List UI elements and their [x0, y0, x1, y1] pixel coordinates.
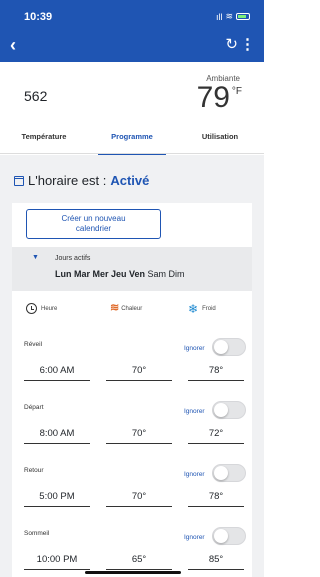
ambient-unit: °F	[231, 86, 242, 97]
active-days-label: Jours actifs	[55, 255, 91, 262]
ambient-temperature: 79	[196, 81, 230, 114]
legend-time-label: Heure	[41, 305, 58, 312]
snowflake-icon: ❄	[188, 302, 199, 316]
device-name: 562	[24, 88, 48, 104]
heat-icon: ≋	[110, 302, 119, 314]
legend-heat: ≋ Chaleur	[110, 303, 142, 314]
ignore-toggle[interactable]	[212, 401, 246, 419]
schedule-status: L'horaire est : Activé	[14, 173, 149, 188]
battery-icon	[236, 13, 250, 20]
ignore-label: Ignorer	[184, 345, 205, 352]
legend-cool: ❄ Froid	[188, 303, 216, 315]
ignore-toggle[interactable]	[212, 527, 246, 545]
heat-setpoint[interactable]: 70°	[106, 428, 172, 444]
time-field[interactable]: 8:00 AM	[24, 428, 90, 444]
ignore-toggle[interactable]	[212, 464, 246, 482]
signal-icon: ıll	[215, 11, 223, 22]
period-name: Retour	[24, 467, 44, 474]
calendar-icon	[14, 175, 24, 186]
ignore-toggle[interactable]	[212, 338, 246, 356]
period-depart: Départ Ignorer 8:00 AM 70° 72°	[12, 398, 252, 460]
legend-heat-label: Chaleur	[121, 305, 143, 312]
time-field[interactable]: 5:00 PM	[24, 491, 90, 507]
tab-utilisation[interactable]: Utilisation	[176, 124, 264, 153]
days-selected: Lun Mar Mer Jeu Ven	[55, 269, 146, 279]
heat-setpoint[interactable]: 65°	[106, 554, 172, 570]
app-bar: 10:39 ıll ≋ ‹ ↻ ⋮	[0, 0, 264, 62]
period-retour: Retour Ignorer 5:00 PM 70° 78°	[12, 461, 252, 523]
cool-setpoint[interactable]: 72°	[188, 428, 244, 444]
schedule-card: Créer un nouveau calendrier ▼ Jours acti…	[12, 203, 252, 577]
legend-cool-label: Froid	[202, 306, 216, 312]
tab-temperature[interactable]: Température	[0, 124, 88, 153]
back-icon[interactable]: ‹	[10, 36, 16, 54]
period-name: Sommeil	[24, 530, 50, 537]
caret-down-icon[interactable]: ▼	[32, 254, 39, 261]
clock-icon	[26, 303, 37, 314]
period-reveil: Réveil Ignorer 6:00 AM 70° 78°	[12, 335, 252, 397]
create-calendar-button[interactable]: Créer un nouveau calendrier	[26, 209, 161, 239]
ignore-label: Ignorer	[184, 534, 205, 541]
ignore-label: Ignorer	[184, 408, 205, 415]
period-name: Réveil	[24, 341, 43, 348]
heat-setpoint[interactable]: 70°	[106, 491, 172, 507]
tab-programme[interactable]: Programme	[88, 124, 176, 156]
days-list: Lun Mar Mer Jeu Ven Sam Dim	[55, 269, 185, 279]
period-name: Départ	[24, 404, 44, 411]
tab-bar: Température Programme Utilisation	[0, 124, 264, 156]
home-indicator	[85, 571, 181, 574]
period-sommeil: Sommeil Ignorer 10:00 PM 65° 85°	[12, 524, 252, 577]
cool-setpoint[interactable]: 85°	[188, 554, 244, 570]
schedule-content: L'horaire est : Activé Créer un nouveau …	[0, 155, 264, 577]
schedule-prefix: L'horaire est :	[28, 173, 107, 188]
schedule-state[interactable]: Activé	[110, 173, 149, 188]
legend-time: Heure	[26, 303, 57, 314]
time-field[interactable]: 10:00 PM	[24, 554, 90, 570]
ignore-label: Ignorer	[184, 471, 205, 478]
days-other: Sam Dim	[145, 269, 185, 279]
wifi-icon: ≋	[225, 11, 233, 21]
device-header: 562 Ambiante 79 °F	[0, 62, 264, 124]
cool-setpoint[interactable]: 78°	[188, 365, 244, 381]
heat-setpoint[interactable]: 70°	[106, 365, 172, 381]
more-icon[interactable]: ⋮	[240, 36, 255, 54]
status-time: 10:39	[24, 11, 53, 23]
time-field[interactable]: 6:00 AM	[24, 365, 90, 381]
cool-setpoint[interactable]: 78°	[188, 491, 244, 507]
refresh-icon[interactable]: ↻	[225, 36, 238, 54]
status-icons: ıll ≋	[216, 11, 250, 22]
active-days-section[interactable]: ▼ Jours actifs Lun Mar Mer Jeu Ven Sam D…	[12, 247, 252, 291]
legend: Heure ≋ Chaleur ❄ Froid	[12, 303, 252, 323]
